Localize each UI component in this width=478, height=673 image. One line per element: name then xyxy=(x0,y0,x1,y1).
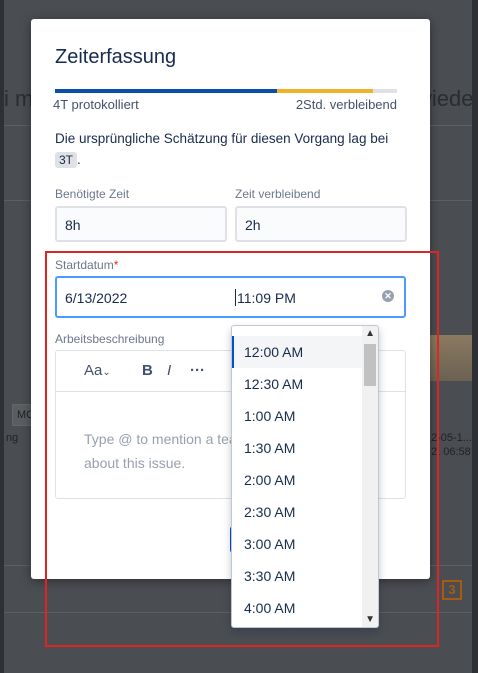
estimate-text: Die ursprüngliche Schätzung für diesen V… xyxy=(55,131,389,168)
time-progress-bar xyxy=(55,89,397,93)
background-heading-left: i m xyxy=(4,86,34,111)
estimate-badge: 3T xyxy=(55,152,78,168)
background-text-left: ng xyxy=(6,432,19,444)
highlight-box xyxy=(45,251,439,647)
background-badge: 3 xyxy=(442,580,462,600)
logged-time-text: 4T protokolliert xyxy=(53,97,139,112)
estimate-sentence: Die ursprüngliche Schätzung für diesen V… xyxy=(55,131,389,146)
time-remaining-label: Zeit verbleibend xyxy=(235,187,321,201)
progress-logged xyxy=(55,89,278,93)
time-spent-label: Benötigte Zeit xyxy=(55,187,130,201)
progress-remaining xyxy=(277,89,374,93)
remaining-time-text: 2Std. verbleibend xyxy=(295,97,397,112)
dialog-title: Zeiterfassung xyxy=(55,46,177,68)
time-spent-input[interactable]: 8h xyxy=(55,206,227,242)
time-remaining-input[interactable]: 2h xyxy=(235,206,407,242)
